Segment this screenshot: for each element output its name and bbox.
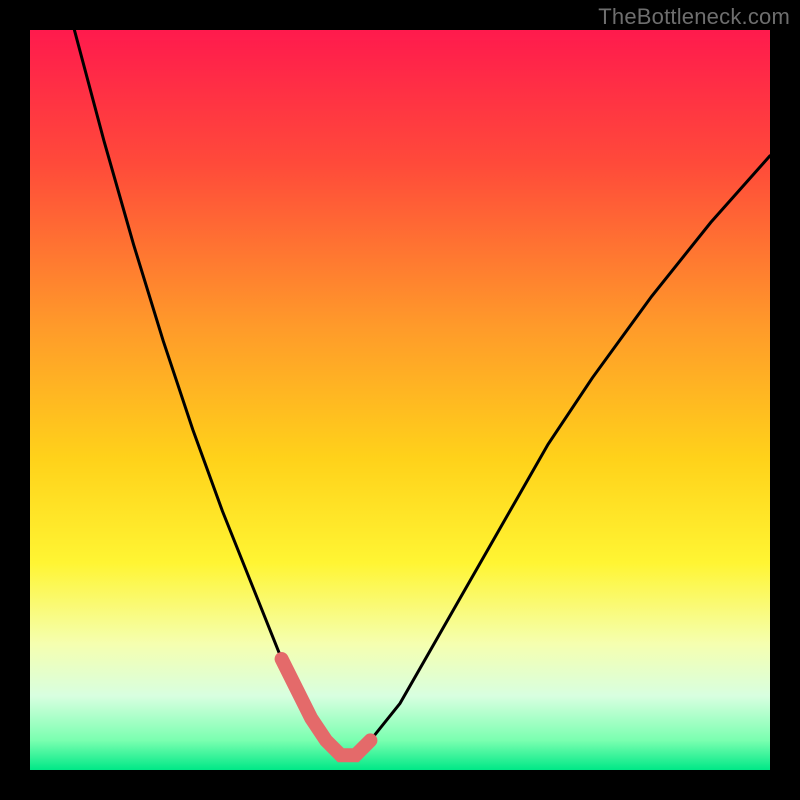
watermark-text: TheBottleneck.com — [598, 4, 790, 30]
plot-background — [30, 30, 770, 770]
chart-svg — [0, 0, 800, 800]
chart-frame: TheBottleneck.com — [0, 0, 800, 800]
